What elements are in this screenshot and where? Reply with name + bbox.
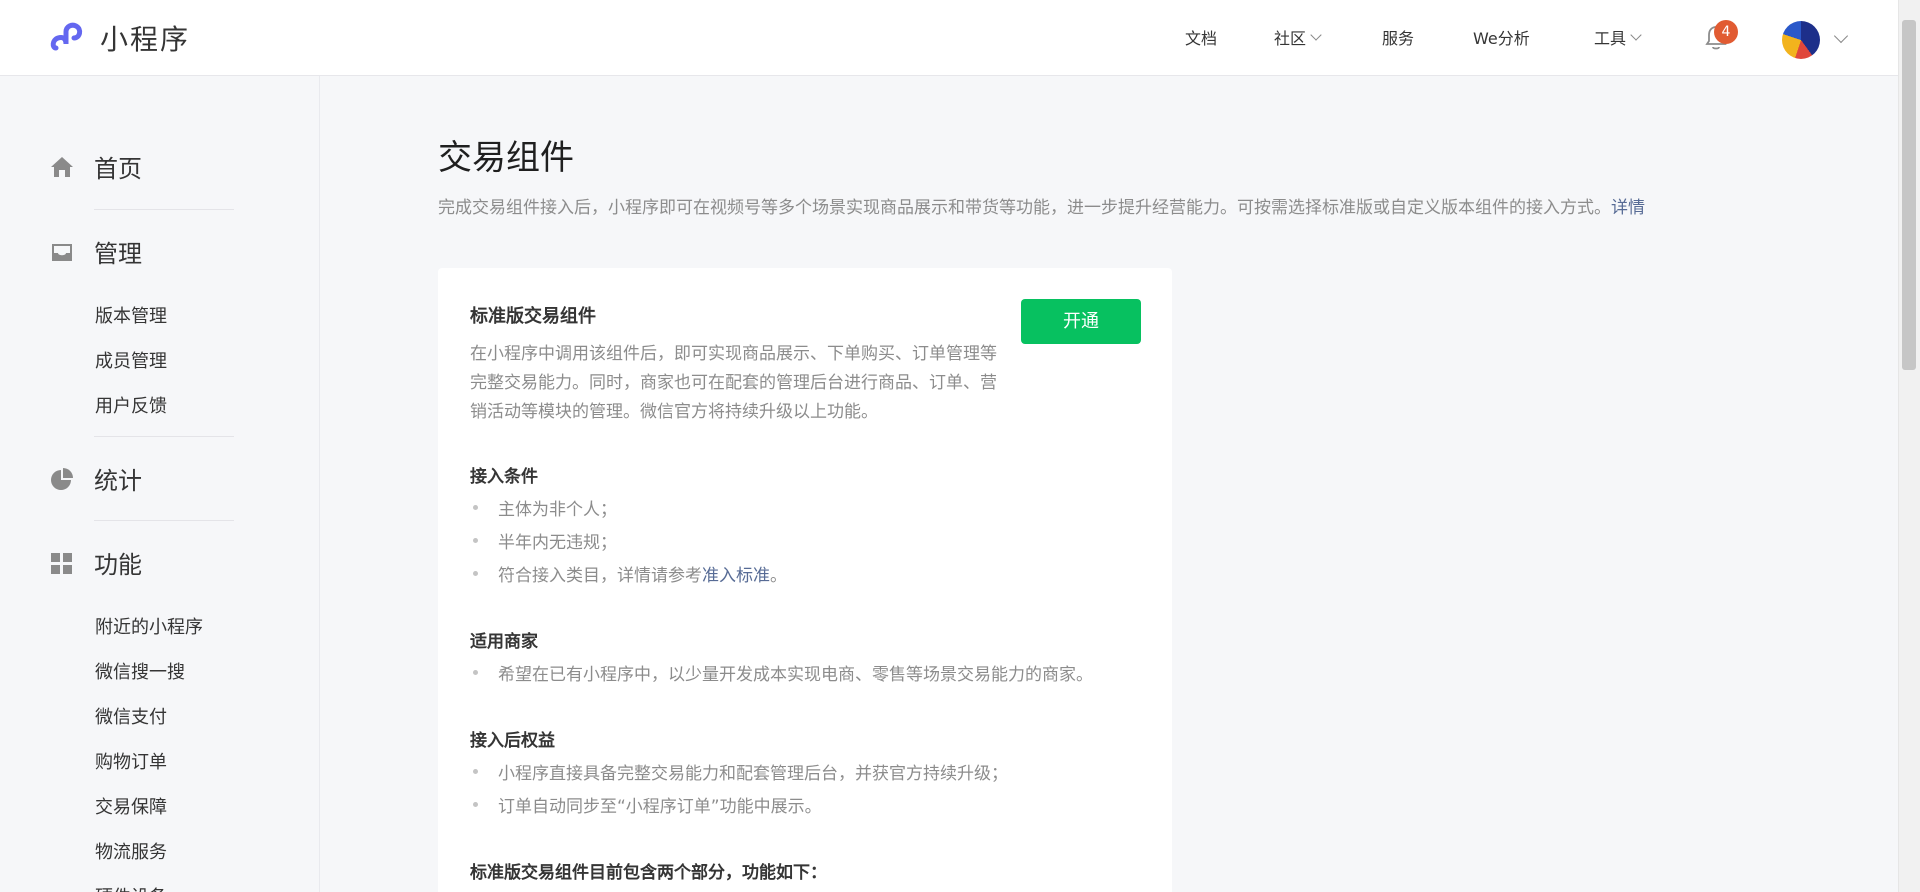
list-item: 符合接入类目，详情请参考 准入标准。 [470, 561, 787, 586]
nav-we-analytics-label: We分析 [1473, 29, 1530, 48]
user-avatar[interactable] [1782, 21, 1820, 59]
bullet-icon [473, 538, 478, 543]
card-title: 标准版交易组件 [470, 306, 596, 327]
list-item: 订单自动同步至“小程序订单”功能中展示。 [470, 792, 822, 817]
sidebar-divider [94, 209, 234, 210]
sidebar-item-transaction-guarantee[interactable]: 交易保障 [95, 793, 167, 819]
top-navigation-bar: 小程序 文档 社区 服务 We分析 工具 4 [0, 0, 1898, 76]
page-title: 交易组件 [438, 138, 574, 178]
bullet-icon [473, 769, 478, 774]
bullet-icon [473, 802, 478, 807]
bullet-icon [473, 571, 478, 576]
nav-community-label: 社区 [1274, 29, 1307, 48]
list-item: 希望在已有小程序中，以少量开发成本实现电商、零售等场景交易能力的商家。 [470, 660, 1093, 685]
access-standard-link[interactable]: 准入标准 [702, 561, 770, 586]
sidebar-item-stats[interactable]: 统计 [48, 461, 142, 496]
sidebar-item-nearby-miniprogram[interactable]: 附近的小程序 [95, 613, 203, 639]
detail-link[interactable]: 详情 [1611, 198, 1645, 218]
list-item: 小程序直接具备完整交易能力和配套管理后台，并获官方持续升级； [470, 759, 1008, 784]
notification-badge: 4 [1714, 20, 1738, 44]
page-description: 完成交易组件接入后，小程序即可在视频号等多个场景实现商品展示和带货等功能，进一步… [438, 193, 1645, 218]
home-icon [51, 156, 73, 177]
pie-chart-icon [51, 467, 73, 490]
sidebar: 首页 管理 版本管理 成员管理 用户反馈 统计 功能 附近的小程序 微信搜一搜 … [0, 76, 320, 892]
sidebar-item-stats-label: 统计 [94, 467, 142, 495]
sidebar-item-version-management[interactable]: 版本管理 [95, 302, 167, 328]
sidebar-divider [94, 520, 234, 521]
sidebar-item-home[interactable]: 首页 [48, 149, 142, 184]
list-item: 半年内无违规； [470, 528, 617, 553]
open-button[interactable]: 开通 [1021, 299, 1141, 344]
nav-tools[interactable]: 工具 [1594, 25, 1642, 49]
bullet-icon [473, 505, 478, 510]
list-item-text: 希望在已有小程序中，以少量开发成本实现电商、零售等场景交易能力的商家。 [498, 665, 1093, 685]
standard-component-card: 标准版交易组件 在小程序中调用该组件后，即可实现商品展示、下单购买、订单管理等完… [438, 268, 1172, 892]
list-item-text: 。 [770, 566, 787, 586]
app-name: 小程序 [100, 23, 191, 56]
chevron-down-icon[interactable] [1833, 28, 1849, 44]
sidebar-divider [94, 436, 234, 437]
list-item: 主体为非个人； [470, 495, 617, 520]
list-item-text: 半年内无违规； [498, 533, 617, 553]
grid-icon [51, 552, 72, 574]
nav-tools-label: 工具 [1594, 29, 1627, 48]
list-item-text: 符合接入类目，详情请参考 [498, 566, 702, 586]
sidebar-item-manage[interactable]: 管理 [48, 234, 142, 269]
sidebar-item-user-feedback[interactable]: 用户反馈 [95, 392, 167, 418]
list-item-text: 主体为非个人； [498, 500, 617, 520]
sidebar-item-member-management[interactable]: 成员管理 [95, 347, 167, 373]
chevron-down-icon [1630, 28, 1642, 41]
sidebar-item-manage-label: 管理 [94, 240, 142, 268]
conditions-heading: 接入条件 [470, 467, 538, 487]
nav-service[interactable]: 服务 [1382, 25, 1414, 49]
sidebar-item-wechat-search[interactable]: 微信搜一搜 [95, 658, 185, 684]
page-description-text: 完成交易组件接入后，小程序即可在视频号等多个场景实现商品展示和带货等功能，进一步… [438, 198, 1611, 218]
benefits-heading: 接入后权益 [470, 731, 555, 751]
nav-service-label: 服务 [1382, 29, 1415, 48]
nav-we-analytics[interactable]: We分析 [1473, 25, 1530, 49]
list-item-text: 小程序直接具备完整交易能力和配套管理后台，并获官方持续升级； [498, 764, 1008, 784]
nav-docs[interactable]: 文档 [1185, 25, 1217, 49]
list-item-text: 订单自动同步至“小程序订单”功能中展示。 [498, 797, 822, 817]
sidebar-item-features-label: 功能 [94, 551, 142, 579]
nav-community[interactable]: 社区 [1274, 25, 1322, 49]
merchants-heading: 适用商家 [470, 632, 538, 652]
sidebar-item-logistics-service[interactable]: 物流服务 [95, 838, 167, 864]
bullet-icon [473, 670, 478, 675]
sidebar-item-home-label: 首页 [94, 155, 142, 183]
chevron-down-icon [1310, 28, 1322, 41]
card-description: 在小程序中调用该组件后，即可实现商品展示、下单购买、订单管理等完整交易能力。同时… [470, 344, 997, 422]
parts-heading: 标准版交易组件目前包含两个部分，功能如下： [470, 863, 827, 883]
sidebar-item-shopping-orders[interactable]: 购物订单 [95, 748, 167, 774]
app-logo[interactable]: 小程序 [48, 18, 190, 58]
sidebar-item-wechat-pay[interactable]: 微信支付 [95, 703, 167, 729]
nav-docs-label: 文档 [1185, 29, 1218, 48]
scrollbar-thumb[interactable] [1902, 20, 1916, 370]
miniprogram-logo-icon [50, 22, 83, 51]
sidebar-item-features[interactable]: 功能 [48, 545, 142, 580]
sidebar-item-hardware-devices[interactable]: 硬件设备 [95, 883, 167, 892]
inbox-icon [52, 243, 72, 261]
